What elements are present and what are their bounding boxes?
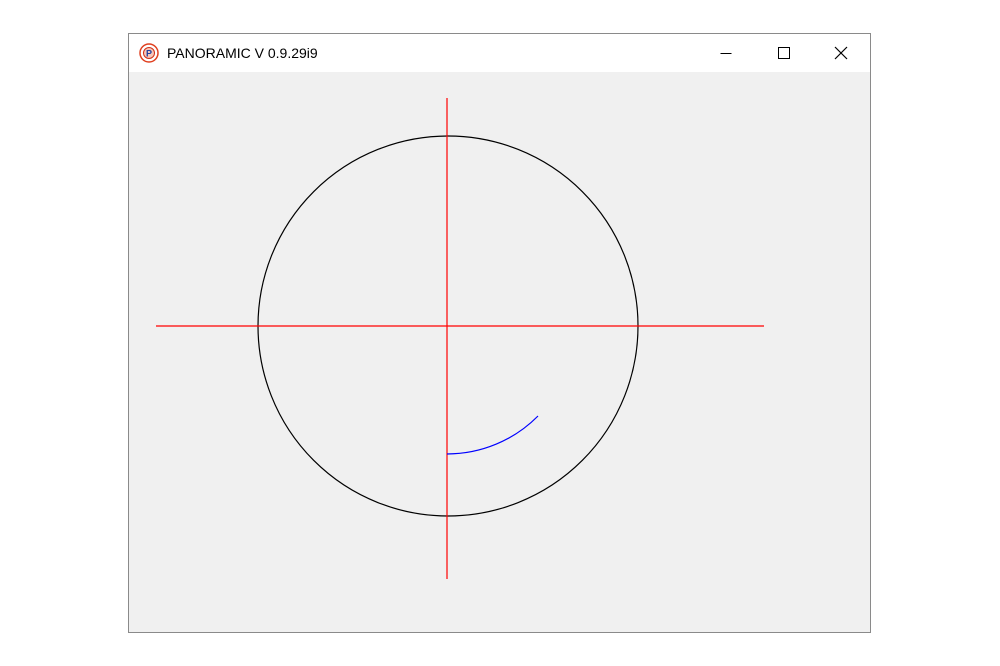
minimize-icon bbox=[720, 53, 732, 54]
close-icon bbox=[834, 46, 848, 60]
arc-shape bbox=[446, 415, 539, 455]
panoramic-app-icon: P bbox=[139, 43, 159, 63]
maximize-button[interactable] bbox=[755, 34, 813, 72]
title-bar[interactable]: P PANORAMIC V 0.9.29i9 bbox=[129, 34, 870, 72]
minimize-button[interactable] bbox=[697, 34, 755, 72]
app-window: P PANORAMIC V 0.9.29i9 bbox=[128, 33, 871, 633]
svg-text:P: P bbox=[146, 49, 152, 59]
client-area bbox=[129, 72, 870, 632]
close-button[interactable] bbox=[812, 34, 870, 72]
drawing-canvas bbox=[156, 98, 764, 579]
window-title: PANORAMIC V 0.9.29i9 bbox=[167, 45, 318, 61]
maximize-icon bbox=[778, 47, 790, 59]
